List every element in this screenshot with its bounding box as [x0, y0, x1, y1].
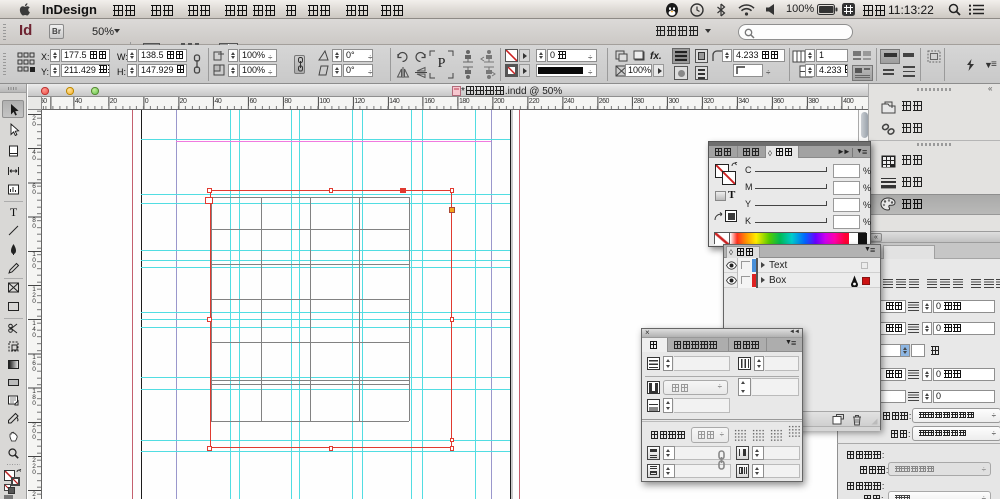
- svg-text:T: T: [9, 205, 17, 218]
